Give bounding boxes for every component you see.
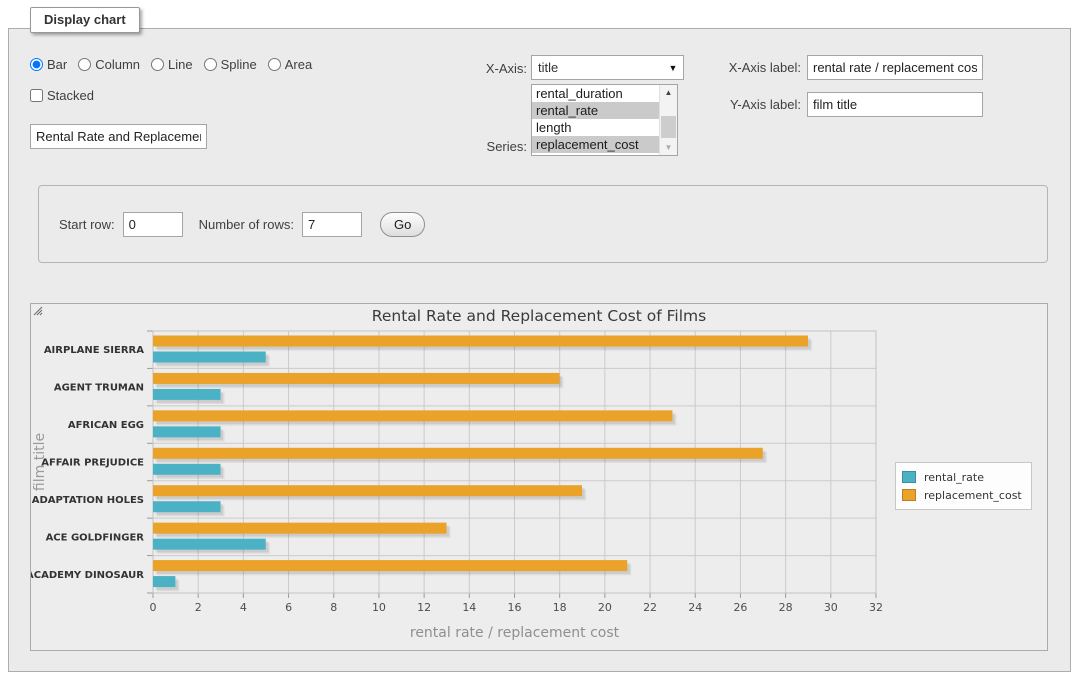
category-label: AGENT TRUMAN: [54, 383, 144, 394]
x-tick-label: 2: [195, 601, 202, 614]
series-option-rental_rate[interactable]: rental_rate: [532, 102, 660, 119]
chart-type-radio-column[interactable]: [78, 58, 91, 71]
bar-replacement_cost-academy-dinosaur: [153, 560, 627, 571]
x-axis-label-caption: X-Axis label:: [701, 60, 801, 75]
series-scrollbar[interactable]: ▲ ▼: [659, 85, 677, 155]
chart-type-label: Bar: [47, 57, 67, 72]
series-option-rental_duration[interactable]: rental_duration: [532, 85, 660, 102]
chart-type-label: Column: [95, 57, 140, 72]
bar-rental_rate-adaptation-holes: [153, 501, 221, 512]
page: Display chart Bar Column Line Spline Area St…: [0, 0, 1081, 681]
rows-panel: Start row: Number of rows: Go: [38, 185, 1048, 263]
chart-type-option-bar[interactable]: Bar: [30, 57, 67, 72]
bar-replacement_cost-agent-truman: [153, 373, 559, 384]
start-row-label: Start row:: [59, 217, 115, 232]
chart-container: Rental Rate and Replacement Cost of Film…: [30, 303, 1048, 651]
bar-rental_rate-agent-truman: [153, 389, 221, 400]
chart-title: Rental Rate and Replacement Cost of Film…: [372, 307, 706, 325]
chart-type-radios: Bar Column Line Spline Area: [30, 57, 312, 72]
series-option-length[interactable]: length: [532, 119, 660, 136]
bar-rental_rate-ace-goldfinger: [153, 539, 266, 550]
x-tick-label: 24: [688, 601, 702, 614]
chart-type-radio-bar[interactable]: [30, 58, 43, 71]
x-tick-label: 6: [285, 601, 292, 614]
x-tick-label: 22: [643, 601, 657, 614]
bar-rental_rate-academy-dinosaur: [153, 576, 175, 587]
x-axis-select-value: title: [532, 60, 663, 75]
category-label: AIRPLANE SIERRA: [44, 345, 144, 356]
x-tick-label: 18: [553, 601, 567, 614]
chart-type-label: Area: [285, 57, 312, 72]
bar-replacement_cost-affair-prejudice: [153, 448, 763, 459]
x-tick-label: 20: [598, 601, 612, 614]
bar-rental_rate-affair-prejudice: [153, 464, 221, 475]
x-tick-label: 26: [733, 601, 747, 614]
scroll-down-icon[interactable]: ▼: [660, 140, 677, 155]
category-label: ACE GOLDFINGER: [46, 532, 145, 543]
y-axis-label-input[interactable]: [807, 92, 983, 117]
chart-type-option-spline[interactable]: Spline: [204, 57, 257, 72]
legend-swatch-icon: [902, 471, 916, 483]
stacked-checkbox-row[interactable]: Stacked: [30, 88, 94, 103]
x-tick-label: 32: [869, 601, 883, 614]
x-axis-select[interactable]: title ▼: [531, 55, 684, 80]
go-button[interactable]: Go: [380, 212, 425, 237]
x-axis-label-input[interactable]: [807, 55, 983, 80]
number-of-rows-input[interactable]: [302, 212, 362, 237]
bar-rental_rate-airplane-sierra: [153, 352, 266, 363]
scroll-up-icon[interactable]: ▲: [660, 85, 677, 100]
x-axis-select-label: X-Axis:: [447, 61, 527, 76]
chart-type-option-line[interactable]: Line: [151, 57, 193, 72]
fieldset-legend: Display chart: [30, 7, 140, 33]
x-tick-label: 4: [240, 601, 247, 614]
legend-item-rental_rate: rental_rate: [902, 468, 1022, 486]
x-tick-label: 28: [779, 601, 793, 614]
x-tick-label: 30: [824, 601, 838, 614]
series-option-replacement_cost[interactable]: replacement_cost: [532, 136, 660, 153]
chart-type-radio-line[interactable]: [151, 58, 164, 71]
legend-swatch-icon: [902, 489, 916, 501]
category-label: AFFAIR PREJUDICE: [41, 458, 144, 469]
chart-type-label: Spline: [221, 57, 257, 72]
number-of-rows-label: Number of rows:: [199, 217, 294, 232]
category-label: ADAPTATION HOLES: [32, 495, 144, 506]
series-select-label: Series:: [447, 139, 527, 154]
scrollbar-thumb[interactable]: [661, 116, 676, 138]
stacked-checkbox[interactable]: [30, 89, 43, 102]
x-tick-label: 0: [150, 601, 157, 614]
legend-label: replacement_cost: [924, 489, 1022, 502]
bar-replacement_cost-adaptation-holes: [153, 485, 582, 496]
chevron-down-icon: ▼: [663, 63, 683, 73]
y-axis-title: film title: [32, 433, 48, 491]
start-row-input[interactable]: [123, 212, 183, 237]
x-tick-label: 16: [508, 601, 522, 614]
x-tick-label: 8: [330, 601, 337, 614]
legend-item-replacement_cost: replacement_cost: [902, 486, 1022, 504]
x-tick-label: 12: [417, 601, 431, 614]
chart-type-label: Line: [168, 57, 193, 72]
legend-label: rental_rate: [924, 471, 984, 484]
series-options: rental_durationrental_ratelengthreplacem…: [532, 85, 660, 155]
stacked-label: Stacked: [47, 88, 94, 103]
bar-replacement_cost-african-egg: [153, 410, 672, 421]
resize-handle-icon[interactable]: [31, 304, 43, 316]
bar-replacement_cost-ace-goldfinger: [153, 523, 446, 534]
x-axis-title: rental rate / replacement cost: [410, 625, 620, 641]
chart-legend: rental_rate replacement_cost: [895, 462, 1032, 510]
bar-replacement_cost-airplane-sierra: [153, 336, 808, 347]
category-label: ACADEMY DINOSAUR: [31, 570, 144, 581]
chart-type-option-area[interactable]: Area: [268, 57, 312, 72]
chart-type-radio-area[interactable]: [268, 58, 281, 71]
y-axis-label-caption: Y-Axis label:: [701, 97, 801, 112]
category-label: AFRICAN EGG: [68, 420, 144, 431]
chart-type-option-column[interactable]: Column: [78, 57, 140, 72]
x-tick-label: 14: [462, 601, 476, 614]
series-multiselect[interactable]: rental_durationrental_ratelengthreplacem…: [531, 84, 678, 156]
chart-type-radio-spline[interactable]: [204, 58, 217, 71]
chart-title-input[interactable]: [30, 124, 207, 149]
x-tick-label: 10: [372, 601, 386, 614]
bar-rental_rate-african-egg: [153, 426, 221, 437]
